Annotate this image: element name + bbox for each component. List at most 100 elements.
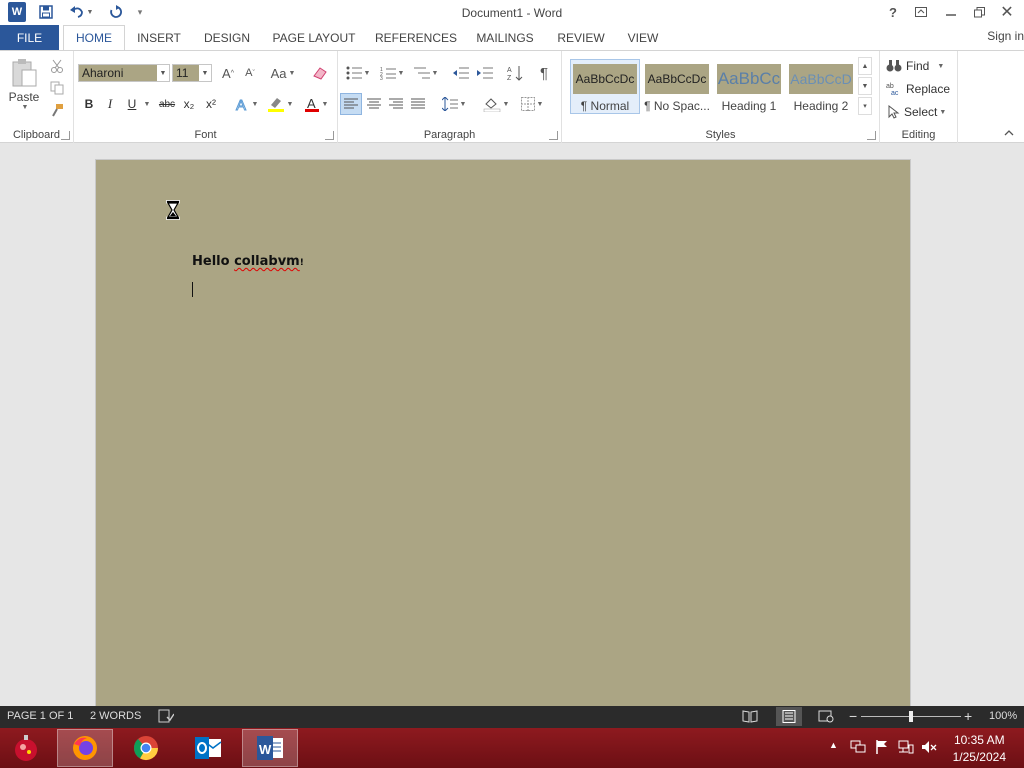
tab-design[interactable]: DESIGN (196, 25, 258, 50)
misspelled-word[interactable]: collabvm (234, 254, 300, 269)
superscript-button[interactable]: x² (201, 95, 221, 113)
justify-icon[interactable] (407, 94, 429, 114)
replace-button[interactable]: ab ac Replace (886, 79, 956, 99)
tab-page-layout[interactable]: PAGE LAYOUT (266, 25, 362, 50)
underline-button[interactable]: U (123, 95, 141, 113)
font-size-dropdown-icon[interactable]: ▼ (199, 65, 211, 81)
grow-font-button[interactable]: A ^ (218, 64, 238, 82)
ribbon-display-options-icon[interactable] (908, 2, 934, 22)
minimize-button[interactable] (938, 2, 964, 22)
select-button[interactable]: Select ▼ (886, 102, 956, 122)
close-button[interactable]: ✕ (994, 2, 1020, 22)
document-page[interactable]: Hello collabvm! (95, 159, 911, 719)
style-item[interactable]: AaBbCcDc ¶ Normal (570, 59, 640, 114)
document-area[interactable]: Hello collabvm! (0, 143, 1024, 719)
style-item[interactable]: AaBbCcDc ¶ No Spac... (642, 59, 712, 114)
sort-icon[interactable]: AZ (504, 64, 526, 82)
font-launcher-icon[interactable] (325, 131, 334, 140)
zoom-slider-thumb[interactable] (909, 711, 913, 722)
svg-text:3: 3 (380, 76, 383, 80)
collapse-ribbon-icon[interactable] (1002, 127, 1016, 139)
style-item[interactable]: AaBbCcD Heading 2 (786, 59, 856, 114)
taskbar-chrome[interactable] (118, 729, 174, 767)
paste-button[interactable]: Paste ▼ (6, 57, 42, 111)
show-formatting-marks-icon[interactable]: ¶ (534, 64, 554, 82)
tab-insert[interactable]: INSERT (130, 25, 188, 50)
clear-formatting-icon[interactable] (310, 64, 330, 82)
align-right-icon[interactable] (385, 94, 407, 114)
styles-more-icon[interactable]: ▾ (858, 97, 872, 115)
styles-scroll-up-icon[interactable]: ▲ (858, 57, 872, 75)
proofing-icon[interactable] (158, 709, 175, 726)
start-button[interactable] (0, 729, 52, 767)
font-size-combo[interactable]: 11 ▼ (172, 64, 212, 82)
print-layout-icon[interactable] (776, 707, 802, 726)
underline-dropdown-icon[interactable]: ▼ (141, 95, 151, 113)
taskbar-firefox[interactable] (57, 729, 113, 767)
align-center-icon[interactable] (363, 94, 385, 114)
cut-icon[interactable] (48, 57, 66, 75)
zoom-out-button[interactable]: − (849, 708, 857, 724)
taskbar-word[interactable]: W (242, 729, 298, 767)
style-sample: AaBbCc (717, 64, 781, 94)
help-button[interactable]: ? (880, 2, 906, 22)
tab-view[interactable]: VIEW (620, 25, 666, 50)
clock-time: 10:35 AM (953, 733, 1005, 747)
styles-launcher-icon[interactable] (867, 131, 876, 140)
word-icon: W (257, 736, 283, 760)
zoom-level[interactable]: 100% (989, 710, 1017, 722)
italic-button[interactable]: I (101, 95, 119, 113)
word-count-status[interactable]: 2 WORDS (90, 710, 141, 722)
shrink-font-button[interactable]: Aˇ (240, 64, 260, 82)
strikethrough-button[interactable]: abc (156, 95, 178, 113)
tab-file[interactable]: FILE (0, 25, 59, 50)
restore-button[interactable] (966, 2, 992, 22)
style-item[interactable]: AaBbCc Heading 1 (714, 59, 784, 114)
paste-dropdown-icon[interactable]: ▼ (22, 104, 29, 111)
highlight-button[interactable]: ▼ (264, 95, 296, 113)
tab-review[interactable]: REVIEW (550, 25, 612, 50)
increase-indent-icon[interactable] (474, 64, 496, 82)
decrease-indent-icon[interactable] (450, 64, 472, 82)
multilevel-list-button[interactable]: ▼ (410, 64, 442, 82)
read-mode-icon[interactable] (742, 710, 758, 726)
find-button[interactable]: Find ▼ (886, 56, 952, 76)
styles-scroll-down-icon[interactable]: ▼ (858, 77, 872, 95)
action-center-flag-icon[interactable] (875, 740, 889, 757)
taskbar-outlook[interactable] (180, 729, 236, 767)
bullets-button[interactable]: ▼ (342, 64, 374, 82)
page-count-status[interactable]: PAGE 1 OF 1 (7, 710, 73, 722)
copy-icon[interactable] (48, 79, 66, 97)
subscript-button[interactable]: x₂ (179, 95, 199, 113)
shading-button[interactable]: ▼ (480, 94, 512, 114)
clipboard-group: Paste ▼ Clipboard (0, 51, 74, 143)
tab-home[interactable]: HOME (63, 25, 125, 51)
font-name-combo[interactable]: Aharoni ▼ (78, 64, 170, 82)
network-icon[interactable] (898, 740, 914, 757)
show-hidden-icons-icon[interactable]: ▲ (829, 740, 838, 750)
web-layout-icon[interactable] (818, 710, 834, 726)
text-caret (192, 282, 193, 297)
tray-display-icon[interactable] (850, 740, 866, 757)
taskbar: W ▲ 10:35 AM 1/25/2024 (0, 728, 1024, 768)
font-color-button[interactable]: A ▼ (300, 95, 332, 113)
bold-button[interactable]: B (80, 95, 98, 113)
change-case-button[interactable]: Aa ▼ (268, 64, 298, 82)
sign-in-link[interactable]: Sign in (987, 29, 1024, 43)
volume-muted-icon[interactable] (921, 740, 937, 757)
borders-button[interactable]: ▼ (516, 94, 548, 114)
bullets-icon (346, 66, 362, 80)
tab-mailings[interactable]: MAILINGS (468, 25, 542, 50)
text-effects-button[interactable]: A ▼ (232, 95, 260, 113)
zoom-in-button[interactable]: + (964, 708, 972, 724)
format-painter-icon[interactable] (48, 101, 66, 119)
line-spacing-button[interactable]: ▼ (438, 94, 470, 114)
paragraph-launcher-icon[interactable] (549, 131, 558, 140)
clipboard-launcher-icon[interactable] (61, 131, 70, 140)
align-left-icon[interactable] (340, 93, 362, 115)
tab-references[interactable]: REFERENCES (372, 25, 460, 50)
numbering-button[interactable]: 1 2 3 ▼ (376, 64, 408, 82)
font-name-dropdown-icon[interactable]: ▼ (157, 65, 169, 81)
taskbar-clock[interactable]: 10:35 AM 1/25/2024 (953, 732, 1006, 766)
hourglass-cursor-icon (166, 200, 180, 220)
